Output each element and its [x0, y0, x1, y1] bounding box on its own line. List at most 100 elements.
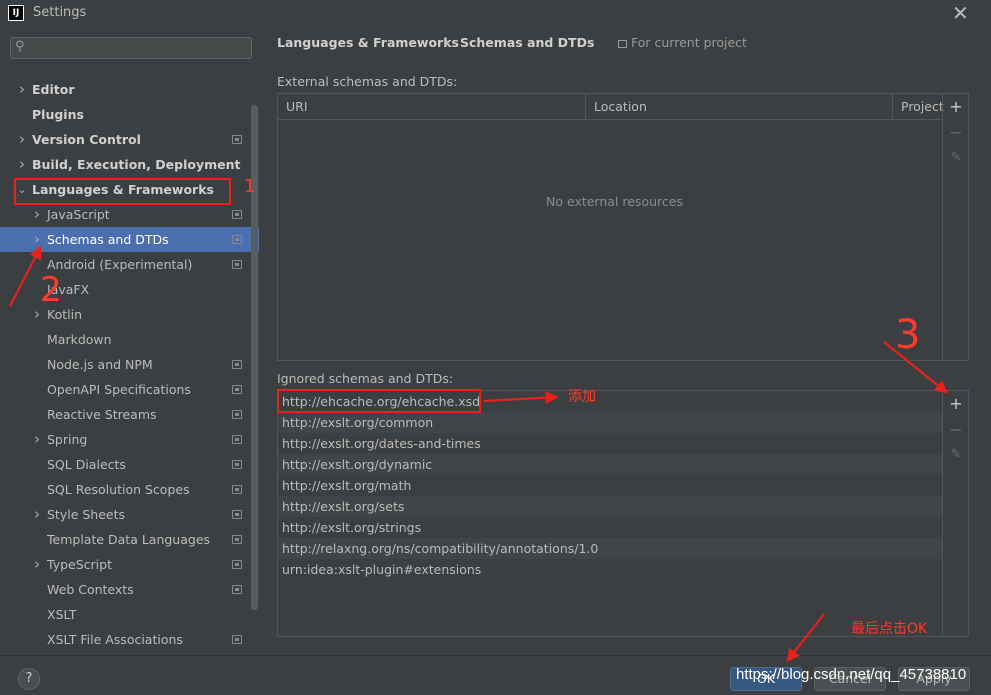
- settings-tree: · · › Editor Plugins › Version Control › Build…: [0, 65, 259, 652]
- sidebar-item-label: Markdown: [47, 332, 112, 347]
- watermark-text: https://blog.csdn.net/qq_45738810: [736, 666, 967, 683]
- chevron-right-icon[interactable]: ›: [16, 127, 28, 152]
- sidebar-item-label: Reactive Streams: [47, 407, 157, 422]
- annotation-add-note: 添加: [568, 389, 596, 405]
- add-icon[interactable]: +: [943, 394, 969, 414]
- sidebar-item-label: Style Sheets: [47, 507, 126, 522]
- main-panel: Languages & Frameworks › Schemas and DTD…: [261, 25, 991, 655]
- list-item[interactable]: http://exslt.org/dates-and-times: [278, 433, 942, 454]
- sidebar-item[interactable]: Template Data Languages: [0, 527, 259, 552]
- project-scope-icon: [232, 410, 242, 419]
- sidebar-item[interactable]: Reactive Streams: [0, 402, 259, 427]
- project-scope-icon: [232, 135, 242, 144]
- sidebar-item-label: XSLT File Associations: [47, 632, 183, 647]
- list-item[interactable]: http://exslt.org/common: [278, 412, 942, 433]
- project-scope-icon: [232, 635, 242, 644]
- sidebar-item[interactable]: › Version Control: [0, 127, 259, 152]
- sidebar-item-label: SQL Resolution Scopes: [47, 482, 190, 497]
- help-button[interactable]: ?: [18, 668, 40, 690]
- sidebar-item[interactable]: › Spring: [0, 427, 259, 452]
- scope-indicator: For current project: [618, 35, 747, 50]
- sidebar-item[interactable]: › Style Sheets: [0, 502, 259, 527]
- sidebar-item-label: Web Contexts: [47, 582, 134, 597]
- sidebar-item[interactable]: › JavaScript: [0, 202, 259, 227]
- project-scope-icon: [232, 385, 242, 394]
- chevron-right-icon[interactable]: ›: [31, 227, 43, 252]
- remove-icon[interactable]: −: [943, 123, 969, 143]
- sidebar-item-label: Version Control: [32, 132, 141, 147]
- chevron-right-icon[interactable]: ›: [31, 502, 43, 527]
- annotation-step-3: 3: [895, 312, 921, 358]
- external-section-label: External schemas and DTDs:: [277, 74, 458, 89]
- sidebar-item[interactable]: XSLT File Associations: [0, 627, 259, 652]
- sidebar-item-label: Node.js and NPM: [47, 357, 153, 372]
- column-uri[interactable]: URI: [278, 94, 586, 119]
- sidebar-item[interactable]: › TypeScript: [0, 552, 259, 577]
- list-item[interactable]: http://exslt.org/math: [278, 475, 942, 496]
- project-scope-icon: [232, 585, 242, 594]
- list-item[interactable]: http://relaxng.org/ns/compatibility/anno…: [278, 538, 942, 559]
- list-item[interactable]: http://exslt.org/strings: [278, 517, 942, 538]
- sidebar-item[interactable]: Plugins: [0, 102, 259, 127]
- sidebar-item-label: OpenAPI Specifications: [47, 382, 191, 397]
- sidebar-item[interactable]: JavaFX: [0, 277, 259, 302]
- search-icon: ⚲: [15, 39, 25, 54]
- sidebar-item-label: Spring: [47, 432, 88, 447]
- sidebar-item[interactable]: Android (Experimental): [0, 252, 259, 277]
- sidebar-item[interactable]: › Build, Execution, Deployment: [0, 152, 259, 177]
- chevron-right-icon[interactable]: ›: [31, 427, 43, 452]
- breadcrumb-current: Schemas and DTDs: [460, 35, 595, 50]
- chevron-right-icon[interactable]: ›: [16, 77, 28, 102]
- sidebar-item-label: JavaScript: [47, 207, 110, 222]
- project-scope-icon: [232, 485, 242, 494]
- sidebar-item[interactable]: XSLT: [0, 602, 259, 627]
- project-scope-icon: [232, 560, 242, 569]
- search-input[interactable]: ⚲: [10, 37, 252, 59]
- remove-icon[interactable]: −: [943, 420, 969, 440]
- tree-cut-row: · ·: [0, 65, 259, 77]
- sidebar-item[interactable]: Node.js and NPM: [0, 352, 259, 377]
- sidebar-item[interactable]: SQL Resolution Scopes: [0, 477, 259, 502]
- breadcrumb-parent[interactable]: Languages & Frameworks: [277, 35, 459, 50]
- annotation-step-1: 1: [244, 176, 256, 197]
- sidebar-item[interactable]: › Schemas and DTDs: [0, 227, 259, 252]
- empty-state-text: No external resources: [546, 194, 683, 209]
- ignored-toolbar: + − ✎: [942, 391, 968, 636]
- sidebar-item[interactable]: SQL Dialects: [0, 452, 259, 477]
- sidebar-item-label: Schemas and DTDs: [47, 232, 169, 247]
- column-location[interactable]: Location: [586, 94, 893, 119]
- edit-icon[interactable]: ✎: [943, 445, 969, 465]
- list-item[interactable]: urn:idea:xslt-plugin#extensions: [278, 559, 942, 580]
- sidebar-item[interactable]: Markdown: [0, 327, 259, 352]
- intellij-logo-icon: IJ: [8, 5, 24, 21]
- sidebar-item-label: Build, Execution, Deployment: [32, 157, 241, 172]
- project-scope-icon: [232, 360, 242, 369]
- chevron-right-icon[interactable]: ›: [16, 152, 28, 177]
- sidebar-item[interactable]: OpenAPI Specifications: [0, 377, 259, 402]
- external-schemas-table[interactable]: URI Location Project No external resourc…: [277, 93, 969, 361]
- annotation-ok-note: 最后点击OK: [851, 621, 928, 637]
- external-toolbar: + − ✎: [942, 94, 968, 360]
- chevron-right-icon[interactable]: ›: [31, 552, 43, 577]
- window-title: Settings: [33, 5, 87, 20]
- sidebar-item[interactable]: › Editor: [0, 77, 259, 102]
- ignored-schemas-list[interactable]: http://ehcache.org/ehcache.xsd http://exs…: [277, 390, 969, 637]
- ignored-section-label: Ignored schemas and DTDs:: [277, 371, 454, 386]
- add-icon[interactable]: +: [943, 97, 969, 117]
- sidebar-item-label: Android (Experimental): [47, 257, 193, 272]
- table-header: URI Location Project: [278, 94, 944, 120]
- sidebar-item-label: Editor: [32, 82, 75, 97]
- chevron-right-icon[interactable]: ›: [31, 202, 43, 227]
- project-scope-icon: [232, 435, 242, 444]
- edit-icon[interactable]: ✎: [943, 148, 969, 168]
- list-item[interactable]: http://exslt.org/dynamic: [278, 454, 942, 475]
- sidebar-item[interactable]: Web Contexts: [0, 577, 259, 602]
- close-icon[interactable]: ✕: [952, 1, 969, 25]
- project-scope-icon: [232, 210, 242, 219]
- settings-sidebar: ⚲ · · › Editor Plugins › Version Control › Bui…: [0, 25, 261, 655]
- sidebar-item-label: TypeScript: [47, 557, 112, 572]
- column-project[interactable]: Project: [893, 94, 944, 119]
- list-item[interactable]: http://exslt.org/sets: [278, 496, 942, 517]
- project-scope-icon: [232, 260, 242, 269]
- sidebar-item[interactable]: › Kotlin: [0, 302, 259, 327]
